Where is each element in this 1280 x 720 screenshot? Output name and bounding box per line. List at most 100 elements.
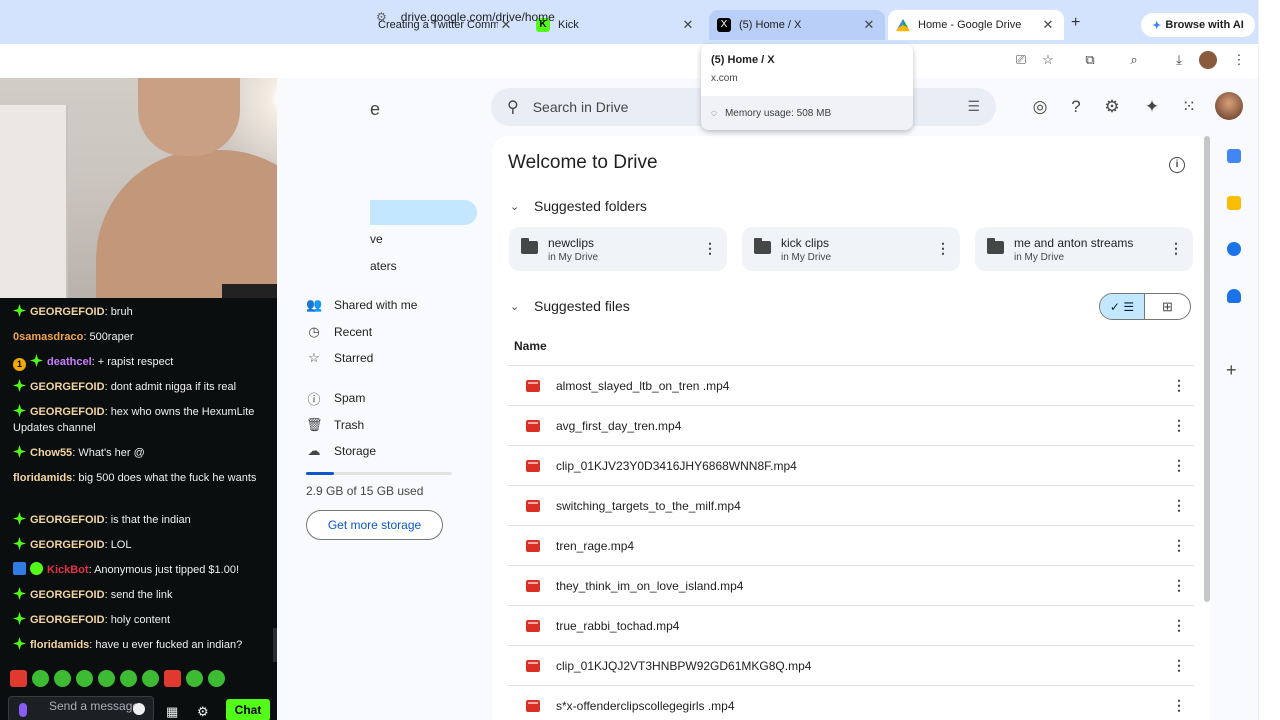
emote[interactable] [54,670,71,687]
more-vert-icon[interactable]: ⋮ [1164,577,1194,594]
more-vert-icon[interactable]: ⋮ [1164,537,1194,554]
file-row[interactable]: avg_first_day_tren.mp4 ⋮ [508,405,1194,445]
chat-username[interactable]: GEORGEFOID [30,589,105,601]
emote[interactable] [120,670,137,687]
tasks-icon[interactable] [1227,242,1241,256]
settings-gear-icon[interactable]: ⚙ [1101,96,1123,118]
close-icon[interactable]: ✕ [861,17,877,33]
folder-card[interactable]: me and anton streams in My Drive ⋮ [975,227,1193,271]
chat-username[interactable]: GEORGEFOID [30,514,105,526]
nav-shared-with-me[interactable]: 👥 Shared with me [306,295,417,315]
profile-avatar[interactable] [1199,51,1217,69]
info-icon[interactable]: i [1169,157,1185,173]
more-vert-icon[interactable]: ⋮ [1164,457,1194,474]
chat-username[interactable]: GEORGEFOID [30,381,105,393]
file-row[interactable]: true_rabbi_tochad.mp4 ⋮ [508,605,1194,645]
file-row[interactable]: clip_01KJQJ2VT3HNBPW92GD61MKG8Q.mp4 ⋮ [508,645,1194,685]
apps-grid-icon[interactable]: ⁙ [1178,96,1200,118]
chat-username[interactable]: KickBot [47,564,89,576]
folder-card[interactable]: newclips in My Drive ⋮ [509,227,727,271]
contacts-icon[interactable] [1227,289,1241,303]
chat-username[interactable]: GEORGEFOID [30,539,105,551]
emote[interactable] [142,670,159,687]
chat-username[interactable]: floridamids [13,472,72,484]
tab-google-drive[interactable]: Home - Google Drive ✕ [888,10,1064,40]
more-vert-icon[interactable]: ⋮ [1164,417,1194,434]
gemini-icon[interactable]: ✦ [1141,96,1163,118]
menu-kebab-icon[interactable]: ⋮ [1229,52,1249,68]
nav-fragment-my-drive[interactable]: ve [370,232,383,246]
chat-resize-handle[interactable] [273,628,277,662]
list-view-button[interactable]: ✓ ☰ [1100,294,1146,319]
chat-send-button[interactable]: Chat [226,699,270,720]
more-vert-icon[interactable]: ⋮ [1169,240,1183,257]
chat-username[interactable]: deathcel [47,356,92,368]
file-row[interactable]: almost_slayed_ltb_on_tren .mp4 ⋮ [508,365,1194,405]
emote[interactable] [98,670,115,687]
file-row[interactable]: switching_targets_to_the_milf.mp4 ⋮ [508,485,1194,525]
chat-username[interactable]: GEORGEFOID [30,406,105,418]
chat-username[interactable]: floridamids [30,639,89,651]
new-tab-button[interactable]: + [1071,14,1080,32]
tab-x-home[interactable]: X (5) Home / X ✕ [709,10,885,40]
emote[interactable] [76,670,93,687]
section-title: Suggested files [534,298,630,314]
nav-storage[interactable]: ☁ Storage [306,441,377,461]
more-vert-icon[interactable]: ⋮ [1164,617,1194,634]
calendar-icon[interactable] [1227,149,1241,163]
emote[interactable] [164,670,181,687]
help-icon[interactable]: ? [1065,96,1087,118]
download-icon[interactable]: ⤓ [1169,52,1189,68]
nav-trash[interactable]: 🗑 Trash [306,415,364,435]
extensions-icon[interactable]: ⧉ [1080,52,1100,68]
ready-offline-icon[interactable]: ◎ [1029,96,1051,118]
more-vert-icon[interactable]: ⋮ [1164,377,1194,394]
nav-recent[interactable]: ◷ Recent [306,322,372,342]
suggested-folders-header[interactable]: ⌄ Suggested folders [510,198,647,214]
file-row[interactable]: they_think_im_on_love_island.mp4 ⋮ [508,565,1194,605]
content-scrollbar[interactable] [1204,136,1210,602]
mic-icon[interactable] [19,703,27,717]
file-row[interactable]: tren_rage.mp4 ⋮ [508,525,1194,565]
tab-search-icon[interactable]: ⌕ [1124,52,1144,68]
nav-spam[interactable]: ⓘ Spam [306,388,365,408]
grid-view-button[interactable]: ⊞ [1145,294,1190,319]
add-addon-icon[interactable]: + [1226,360,1237,381]
emote[interactable] [186,670,203,687]
nav-starred[interactable]: ☆ Starred [306,348,373,368]
chat-username[interactable]: 0samasdraco [13,331,83,343]
nav-home-selected[interactable] [370,200,477,225]
emoji-icon[interactable] [133,703,145,715]
settings-gear-icon[interactable]: ⚙ [197,704,209,720]
emote[interactable] [10,670,27,687]
chat-message-input[interactable]: Send a message [8,696,154,720]
address-bar[interactable]: ⚙ drive.google.com/drive/home [376,5,706,29]
emote[interactable] [32,670,49,687]
more-vert-icon[interactable]: ⋮ [1164,697,1194,714]
more-vert-icon[interactable]: ⋮ [703,240,717,257]
chat-username[interactable]: GEORGEFOID [30,306,105,318]
suggested-files-header[interactable]: ⌄ Suggested files [510,298,630,314]
install-app-icon[interactable]: ⎚ [1011,52,1031,68]
more-vert-icon[interactable]: ⋮ [1164,497,1194,514]
close-icon[interactable]: ✕ [1040,17,1056,33]
keep-icon[interactable] [1227,196,1241,210]
more-vert-icon[interactable]: ⋮ [936,240,950,257]
window-scrollbar[interactable] [1258,0,1280,720]
file-row[interactable]: s*x-offenderclipscollegegirls .mp4 ⋮ [508,685,1194,720]
emote[interactable] [208,670,225,687]
browse-with-ai-button[interactable]: ✦ Browse with AI [1141,13,1255,37]
nav-fragment-computers[interactable]: aters [370,259,397,273]
site-info-icon[interactable]: ⚙ [376,10,387,24]
store-icon[interactable]: ▦ [166,704,178,720]
filter-icon[interactable]: ☰ [967,98,980,115]
chat-username[interactable]: Chow55 [30,447,72,459]
account-avatar[interactable] [1215,92,1243,120]
file-row[interactable]: clip_01KJV23Y0D3416JHY6868WNN8F.mp4 ⋮ [508,445,1194,485]
folder-card[interactable]: kick clips in My Drive ⋮ [742,227,960,271]
column-header-name[interactable]: Name [514,339,547,353]
more-vert-icon[interactable]: ⋮ [1164,657,1194,674]
chat-username[interactable]: GEORGEFOID [30,614,105,626]
bookmark-star-icon[interactable]: ☆ [1038,52,1058,68]
get-more-storage-button[interactable]: Get more storage [306,510,443,540]
